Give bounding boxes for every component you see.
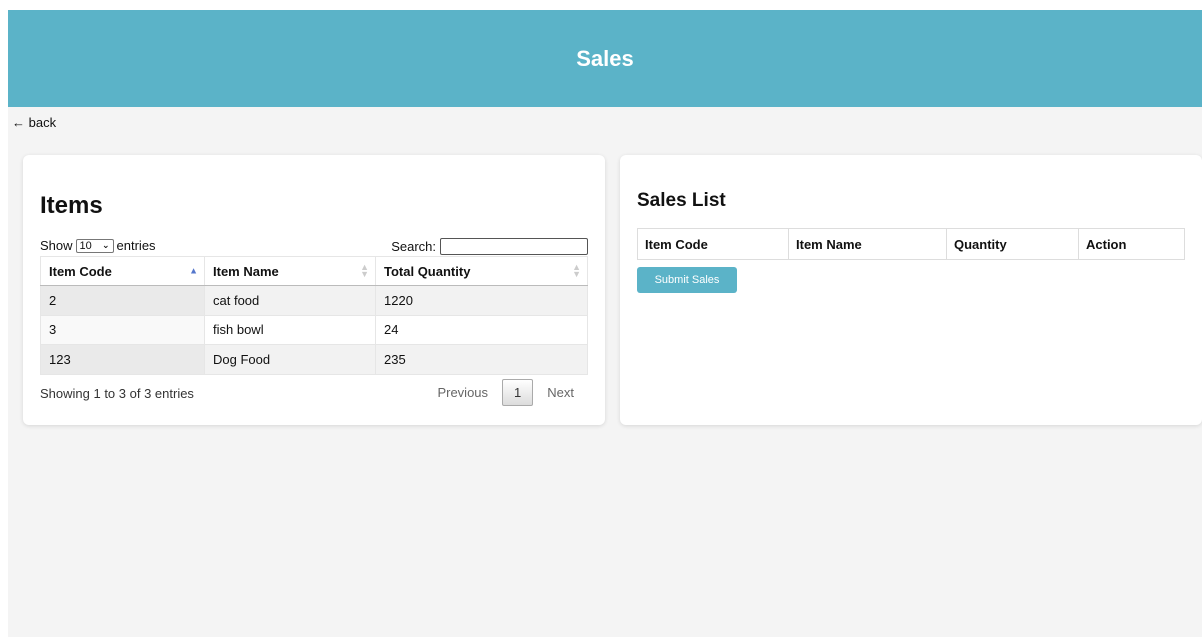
column-header-total-quantity[interactable]: Total Quantity ▲ ▼ [375, 256, 588, 286]
previous-page-button[interactable]: Previous [423, 379, 502, 406]
sales-header-row: Item Code Item Name Quantity Action [637, 228, 1185, 260]
header-bar: Sales [8, 10, 1202, 107]
cell-item-name: cat food [204, 285, 376, 316]
next-page-button[interactable]: Next [533, 379, 588, 406]
search-input[interactable] [440, 238, 588, 255]
entries-length-control: Show 10 ⌄ entries [40, 238, 156, 253]
search-control: Search: [391, 238, 588, 255]
sort-both-icon: ▲ ▼ [572, 262, 581, 279]
cell-total-quantity: 235 [375, 344, 588, 375]
cell-item-code: 3 [40, 314, 205, 345]
entries-select-value: 10 [79, 239, 92, 252]
sales-table: Item Code Item Name Quantity Action [637, 228, 1185, 260]
items-table: Item Code ▲ Item Name ▲ ▼ Total Quantity … [40, 256, 588, 375]
column-header-item-name[interactable]: Item Name ▲ ▼ [204, 256, 376, 286]
length-prefix: Show [40, 238, 73, 253]
cell-item-name: fish bowl [204, 314, 376, 345]
cell-item-code: 123 [40, 344, 205, 375]
page: Sales ← back Items Show 10 ⌄ entries Sea… [8, 10, 1202, 637]
items-card: Items Show 10 ⌄ entries Search: Item Cod… [23, 155, 605, 425]
chevron-down-icon: ⌄ [101, 240, 110, 250]
column-header-label: Item Code [49, 263, 112, 279]
sales-list-title: Sales List [637, 190, 726, 211]
sort-ascending-icon: ▲ [189, 265, 198, 276]
entries-select[interactable]: 10 ⌄ [75, 238, 114, 253]
table-info: Showing 1 to 3 of 3 entries [40, 386, 194, 401]
length-suffix: entries [116, 238, 156, 253]
table-row: 3 fish bowl 24 [40, 314, 588, 345]
cell-total-quantity: 1220 [375, 285, 588, 316]
pagination: Previous 1 Next [423, 379, 588, 406]
items-header-row: Item Code ▲ Item Name ▲ ▼ Total Quantity … [40, 256, 588, 286]
column-header-label: Total Quantity [384, 263, 471, 279]
column-header-item-code: Item Code [637, 228, 789, 260]
sort-both-icon: ▲ ▼ [360, 262, 369, 279]
submit-sales-button[interactable]: Submit Sales [637, 267, 737, 293]
back-link[interactable]: ← back [12, 115, 56, 130]
column-header-quantity: Quantity [946, 228, 1079, 260]
items-title: Items [40, 192, 103, 219]
sales-card: Sales List Item Code Item Name Quantity … [620, 155, 1202, 425]
column-header-item-code[interactable]: Item Code ▲ [40, 256, 205, 286]
table-row: 123 Dog Food 235 [40, 344, 588, 375]
cell-total-quantity: 24 [375, 314, 588, 345]
search-label: Search: [391, 239, 436, 254]
column-header-action: Action [1078, 228, 1185, 260]
cell-item-name: Dog Food [204, 344, 376, 375]
cell-item-code: 2 [40, 285, 205, 316]
column-header-item-name: Item Name [788, 228, 947, 260]
table-row: 2 cat food 1220 [40, 285, 588, 316]
column-header-label: Item Name [213, 263, 279, 279]
current-page-button[interactable]: 1 [502, 379, 534, 406]
page-title: Sales [576, 45, 634, 71]
